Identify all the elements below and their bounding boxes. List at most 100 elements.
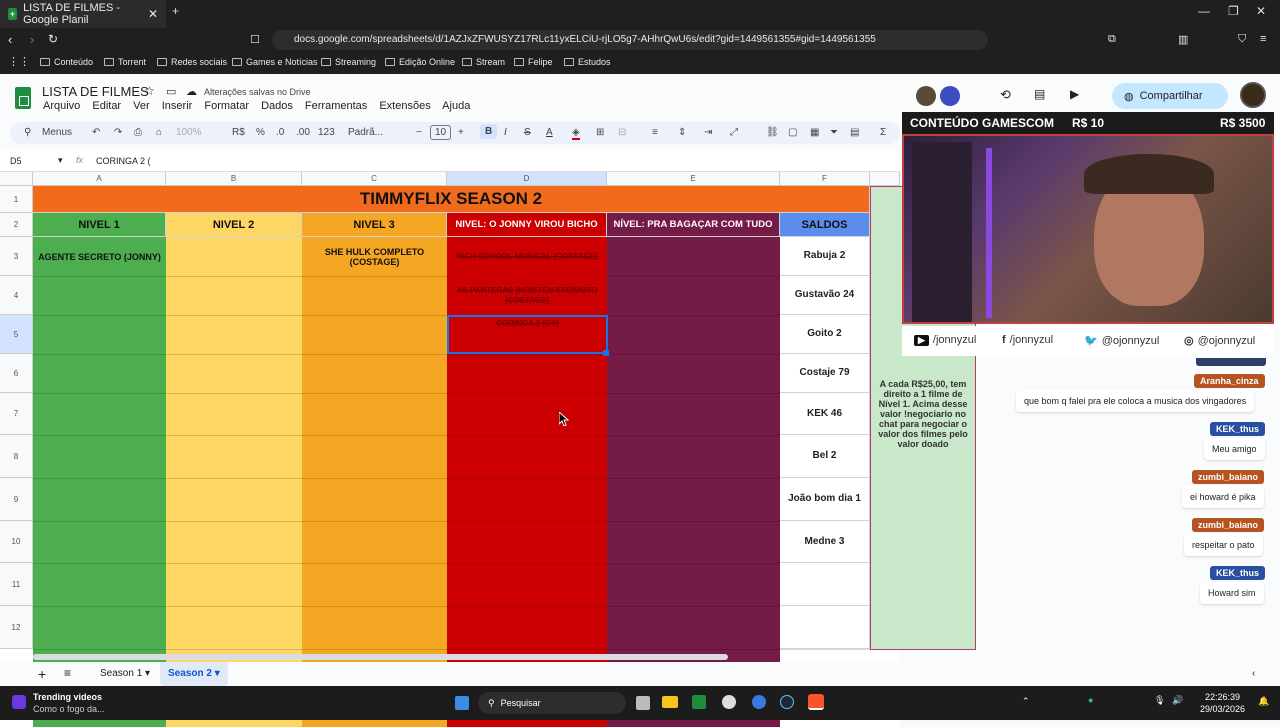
saldo-cell[interactable]: Rabuja 2 [780,237,870,276]
add-sheet-icon[interactable]: + [38,666,46,682]
italic-button[interactable]: I [504,127,507,138]
comment-icon[interactable]: ▢ [788,127,797,138]
bookmark-felipe[interactable]: Felipe [514,57,553,67]
meet-icon[interactable]: ▶ [1070,87,1079,101]
back-icon[interactable]: ‹ [8,32,12,47]
filter-views-icon[interactable]: ▤ [850,127,859,138]
borders-icon[interactable]: ⊞ [596,127,604,138]
font-size-input[interactable]: 10 [430,125,452,140]
row-header-10[interactable]: 10 [0,521,33,563]
bookmark-icon[interactable]: ☐ [250,33,260,46]
header-jonny-virou-bicho[interactable]: NIVEL: O JONNY VIROU BICHO [447,213,607,237]
tray-icon[interactable]: ● [1088,695,1093,705]
wrap-icon[interactable]: ⇥ [704,127,712,138]
reload-icon[interactable]: ↻ [48,32,58,46]
row-header-6[interactable]: 6 [0,354,33,393]
forward-icon[interactable]: › [30,32,34,47]
col-header-c[interactable]: C [302,172,447,186]
menu-ajuda[interactable]: Ajuda [442,100,470,112]
header-pra-bagacar[interactable]: NÍVEL: PRA BAGAÇAR COM TUDO [607,213,780,237]
saldo-cell[interactable] [780,606,870,649]
currency-button[interactable]: R$ [232,127,245,138]
microphone-icon[interactable]: 🎙 [1154,695,1165,706]
cell-d5-selected[interactable]: CORINGA 2 (CY) [447,315,608,354]
align-icon[interactable]: ≡ [652,127,658,138]
menu-dados[interactable]: Dados [261,100,293,112]
paint-format-icon[interactable]: ⌂ [156,127,162,138]
search-menus-icon[interactable]: ⚲ [24,127,31,138]
merge-cells-icon[interactable]: ⊟ [618,127,626,138]
row-header-12[interactable]: 12 [0,606,33,649]
start-icon[interactable] [455,696,469,710]
font-size-minus[interactable]: − [416,127,422,138]
chrome-icon[interactable] [722,695,736,709]
new-tab-icon[interactable]: + [172,4,179,18]
menu-icon[interactable]: ≡ [1260,33,1266,45]
bookmark-torrent[interactable]: Torrent [104,57,146,67]
app-icon-green[interactable] [692,695,706,709]
col-header-b[interactable]: B [166,172,302,186]
bookmark-edicao[interactable]: Edição Online [385,57,455,67]
header-nivel-3[interactable]: NIVEL 3 [302,213,447,237]
bookmark-games[interactable]: Games e Notícias [232,57,318,67]
cell-d4[interactable]: AS PANTERAS (KRISTEN STEWART) (COSTAGE) [447,276,607,315]
collaborator-avatar[interactable] [916,86,936,106]
menu-formatar[interactable]: Formatar [204,100,249,112]
sheet-title-cell[interactable]: TIMMYFLIX SEASON 2 [33,186,870,213]
task-view-icon[interactable] [636,696,650,710]
close-window-icon[interactable]: ✕ [1256,4,1266,18]
number-format-button[interactable]: 123 [318,127,335,138]
col-header-d[interactable]: D [447,172,607,186]
bookmark-conteudo[interactable]: Conteúdo [40,57,93,67]
row-header-8[interactable]: 8 [0,435,33,478]
user-avatar[interactable] [1240,82,1266,108]
tray-expand-icon[interactable]: ⌃ [1022,696,1030,707]
formula-input[interactable]: CORINGA 2 ( [96,156,151,166]
select-all-corner[interactable] [0,172,33,186]
maximize-icon[interactable]: ❐ [1228,4,1239,18]
extensions-icon[interactable]: ⧉ [1108,33,1116,46]
all-sheets-icon[interactable]: ≡ [64,666,71,680]
volume-icon[interactable]: 🔊 [1172,695,1183,706]
menu-arquivo[interactable]: Arquivo [43,100,80,112]
browser-tab[interactable]: + LISTA DE FILMES - Google Planil ✕ [0,0,166,28]
functions-icon[interactable]: Σ [880,127,886,138]
cell-c3[interactable]: SHE HULK COMPLETO (COSTAGE) [302,237,447,276]
font-size-plus[interactable]: + [458,127,464,138]
widget-title[interactable]: Trending videos [33,692,102,702]
print-icon[interactable]: ⎙ [134,127,142,138]
history-icon[interactable]: ⟲ [1000,87,1011,103]
horizontal-scrollbar[interactable] [33,654,728,660]
text-color-icon[interactable]: A [546,127,553,138]
redo-icon[interactable]: ↷ [114,127,122,138]
close-tab-icon[interactable]: ✕ [148,7,158,21]
collaborator-avatar-2[interactable] [940,86,960,106]
search-menus[interactable]: Menus [42,127,72,138]
file-explorer-icon[interactable] [662,696,678,708]
chart-icon[interactable]: ▦ [810,127,819,138]
apps-icon[interactable]: ⋮⋮ [8,55,30,68]
cell-a3[interactable]: AGENTE SECRETO (JONNY) [33,237,166,276]
move-folder-icon[interactable]: ▭ [166,85,176,98]
filter-icon[interactable]: ⏷ [830,127,838,138]
row-header-1[interactable]: 1 [0,186,33,213]
notifications-icon[interactable]: 🔔 [1258,696,1269,707]
row-header-9[interactable]: 9 [0,478,33,521]
name-box[interactable]: D5 [10,156,22,166]
menu-ferramentas[interactable]: Ferramentas [305,100,367,112]
menu-ver[interactable]: Ver [133,100,150,112]
minimize-icon[interactable]: — [1198,4,1210,18]
row-header-3[interactable]: 3 [0,237,33,276]
header-nivel-2[interactable]: NIVEL 2 [166,213,302,237]
vertical-align-icon[interactable]: ⇕ [678,127,686,138]
saldo-cell[interactable] [780,563,870,606]
decrease-decimal-button[interactable]: .0 [276,127,284,138]
fill-color-icon[interactable]: ◈ [572,127,580,140]
bookmark-streaming[interactable]: Streaming [321,57,376,67]
bold-button[interactable]: B [480,124,498,139]
link-icon[interactable]: ⛓ [766,127,779,138]
app-icon-blue[interactable] [752,695,766,709]
share-button[interactable]: ◍ Compartilhar [1112,83,1228,109]
row-header-11[interactable]: 11 [0,563,33,606]
comments-icon[interactable]: ▤ [1034,87,1045,101]
